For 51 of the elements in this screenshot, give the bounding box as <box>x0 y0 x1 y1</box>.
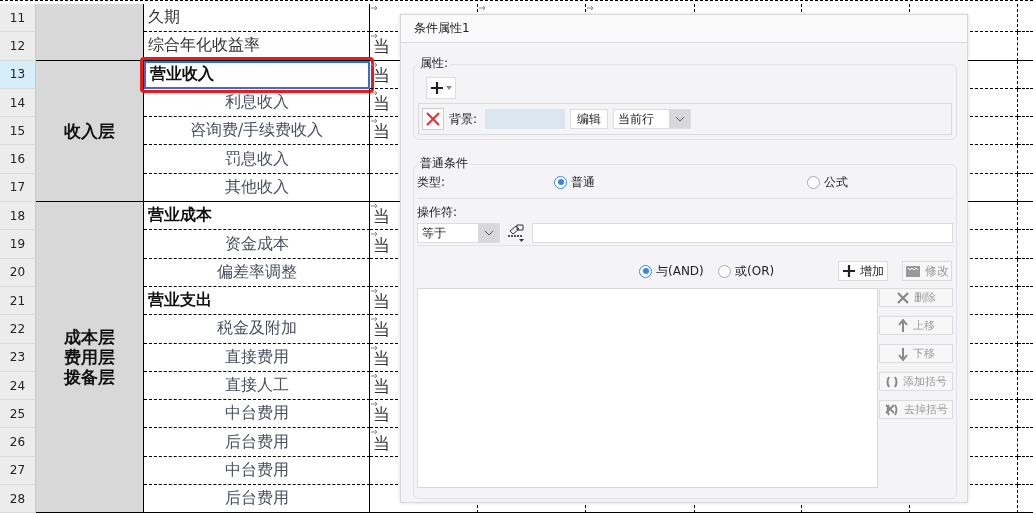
table-cell: 久期 <box>144 4 370 33</box>
row-number: 18 <box>0 202 36 231</box>
row-number: 15 <box>0 117 36 146</box>
table-cell: 直接费用 <box>144 343 370 372</box>
table-cell: 直接人工 <box>144 371 370 401</box>
table-cell: 咨询费/手续费收入 <box>144 117 370 146</box>
row-number: 27 <box>0 456 36 486</box>
table-cell: 偏差率调整 <box>144 258 370 287</box>
row-number: 21 <box>0 286 36 316</box>
table-cell: 综合年化收益率 <box>144 32 370 61</box>
row-number: 22 <box>0 315 36 344</box>
radio-button[interactable]: 公式 <box>807 173 848 191</box>
table-cell: 税金及附加 <box>144 315 370 344</box>
table-cell: 其他收入 <box>144 173 370 203</box>
table-cell: 后台费用 <box>144 428 370 457</box>
row-number: 12 <box>0 32 36 61</box>
group-label: 收入层 <box>64 120 115 142</box>
row-number: 16 <box>0 145 36 174</box>
row-number: 25 <box>0 400 36 429</box>
section-label: 普通条件 <box>418 156 470 170</box>
row-number: 11 <box>0 4 36 33</box>
row-number: 14 <box>0 88 36 118</box>
section-label: 属性: <box>418 56 451 70</box>
row-number: 28 <box>0 485 36 513</box>
scope-dropdown[interactable]: 当前行 <box>613 109 692 129</box>
table-cell: 利息收入 <box>144 88 370 118</box>
add-button[interactable]: 增加 <box>838 261 888 281</box>
radio-button[interactable]: 与(AND) <box>639 262 718 280</box>
row-number: 26 <box>0 428 36 457</box>
row-number: 23 <box>0 343 36 372</box>
table-cell: 罚息收入 <box>144 145 370 174</box>
radio-button[interactable]: 普通 <box>554 173 807 191</box>
table-cell: 后台费用 <box>144 485 370 513</box>
row-number: 20 <box>0 258 36 287</box>
row-number: 13 <box>0 60 36 89</box>
field-label: 类型: <box>417 173 447 191</box>
row-number: 24 <box>0 371 36 401</box>
table-cell: 营业成本 <box>144 202 370 231</box>
group-label: 成本层 <box>64 326 115 347</box>
edit-button[interactable]: 编辑 <box>570 109 609 129</box>
table-cell: 中台费用 <box>144 400 370 429</box>
operator-dropdown[interactable]: 等于 <box>417 223 500 243</box>
row-number: 17 <box>0 173 36 203</box>
group-label: 费用层 <box>64 347 115 368</box>
radio-button[interactable]: 或(OR) <box>718 262 838 280</box>
row-number: 19 <box>0 230 36 259</box>
table-cell: 资金成本 <box>144 230 370 259</box>
table-cell: 营业支出 <box>144 286 370 316</box>
group-label: 拨备层 <box>64 367 115 388</box>
field-label: 操作符: <box>417 204 459 221</box>
table-cell: 中台费用 <box>144 456 370 486</box>
